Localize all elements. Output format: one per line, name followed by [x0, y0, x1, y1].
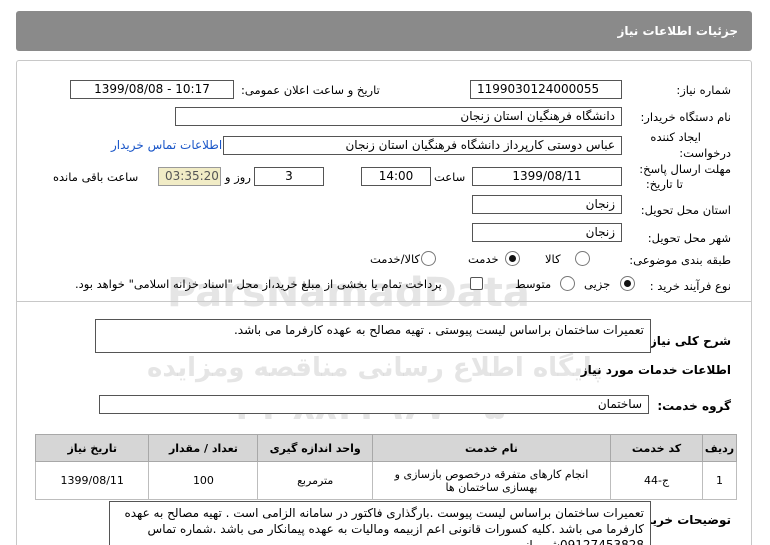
buyer-notes-field[interactable]: تعمیرات ساختمان براساس لیست پیوست .بارگذ… [109, 501, 651, 545]
days-remaining-field[interactable]: 3 [254, 167, 324, 186]
deadline-label-line2: تا تاریخ: [645, 177, 683, 191]
cell-date: 1399/08/11 [34, 461, 150, 500]
details-panel: ParsNamadData مرکز فراوری اطلاعات پارس ن… [16, 60, 752, 545]
cell-row: 1 [702, 461, 737, 500]
purchase-radio-minor[interactable] [620, 276, 635, 291]
col-header-date: تاریخ نیاز [34, 434, 150, 462]
creator-field[interactable]: عباس دوستی کارپرداز دانشگاه فرهنگیان است… [223, 136, 622, 155]
cell-code: ج-44 [609, 461, 704, 500]
province-label: استان محل تحویل: [640, 203, 731, 217]
cell-unit: مترمربع [257, 461, 373, 500]
deadline-date-field[interactable]: 1399/08/11 [472, 167, 622, 186]
need-number-label: شماره نیاز: [676, 83, 731, 97]
purchase-option-minor: جزیی [584, 277, 611, 291]
treasury-payment-note: پرداخت تمام یا بخشی از مبلغ خرید،از محل … [75, 277, 442, 291]
purchase-radio-medium[interactable] [560, 276, 575, 291]
services-section-title: اطلاعات خدمات مورد نیاز [580, 363, 731, 377]
section-divider [17, 301, 751, 302]
deadline-time-label: ساعت [434, 170, 466, 184]
days-label: روز و [225, 170, 251, 184]
watermark-line-3: پایگاه اطلاع رسانی مناقصه ومزایده [147, 353, 603, 383]
cell-qty: 100 [148, 461, 259, 500]
buyer-field[interactable]: دانشگاه فرهنگیان استان زنجان [175, 107, 622, 126]
category-radio-goods-service[interactable] [421, 251, 436, 266]
purchase-option-medium: متوسط [515, 277, 552, 291]
remaining-time-label: ساعت باقی مانده [53, 170, 139, 184]
creator-label-line1: ایجاد کننده [650, 130, 701, 144]
category-label: طبقه بندی موضوعی: [629, 253, 731, 267]
need-number-field[interactable]: 1199030124000055 [470, 80, 622, 99]
col-header-name: نام خدمت [371, 434, 612, 462]
category-option-goods-service: کالا/خدمت [370, 252, 421, 266]
category-option-goods: کالا [545, 252, 561, 266]
creator-label-line2: درخواست: [679, 146, 731, 160]
buyer-contact-link[interactable]: اطلاعات تماس خریدار [111, 138, 222, 152]
city-field[interactable]: زنجان [472, 223, 622, 242]
treasury-payment-checkbox[interactable] [470, 277, 483, 290]
page-title: جزئیات اطلاعات نیاز [16, 11, 752, 51]
province-field[interactable]: زنجان [472, 195, 622, 214]
category-radio-service[interactable] [505, 251, 520, 266]
page: جزئیات اطلاعات نیاز ParsNamadData مرکز ف… [0, 0, 770, 545]
col-header-qty: تعداد / مقدار [148, 434, 259, 462]
deadline-label-line1: مهلت ارسال پاسخ: [639, 162, 731, 176]
category-radio-goods[interactable] [575, 251, 590, 266]
service-group-label: گروه خدمت: [657, 399, 731, 413]
table-row: 1 ج-44 انجام کارهای متفرقه درخصوص بازساز… [34, 461, 737, 500]
col-header-row: ردیف [702, 434, 737, 462]
col-header-unit: واحد اندازه گیری [257, 434, 373, 462]
summary-label: شرح کلی نیاز: [645, 334, 731, 348]
announce-datetime-field[interactable]: 1399/08/08 - 10:17 [70, 80, 234, 99]
deadline-time-field[interactable]: 14:00 [361, 167, 431, 186]
purchase-type-label: نوع فرآیند خرید : [649, 279, 731, 293]
cell-name: انجام کارهای متفرقه درخصوص بازسازی و بهس… [371, 461, 612, 500]
city-label: شهر محل تحویل: [647, 231, 731, 245]
service-group-field[interactable]: ساختمان [99, 395, 649, 414]
col-header-code: کد خدمت [609, 434, 704, 462]
buyer-label: نام دستگاه خریدار: [640, 110, 731, 124]
announce-label: تاریخ و ساعت اعلان عمومی: [241, 83, 380, 97]
category-option-service: خدمت [468, 252, 499, 266]
summary-field[interactable]: تعمیرات ساختمان براساس لیست پیوستی . تهی… [95, 319, 651, 353]
services-table: ردیف کد خدمت نام خدمت واحد اندازه گیری ت… [34, 434, 737, 500]
services-table-header: ردیف کد خدمت نام خدمت واحد اندازه گیری ت… [34, 434, 737, 462]
remaining-time-field: 03:35:20 [158, 167, 221, 186]
